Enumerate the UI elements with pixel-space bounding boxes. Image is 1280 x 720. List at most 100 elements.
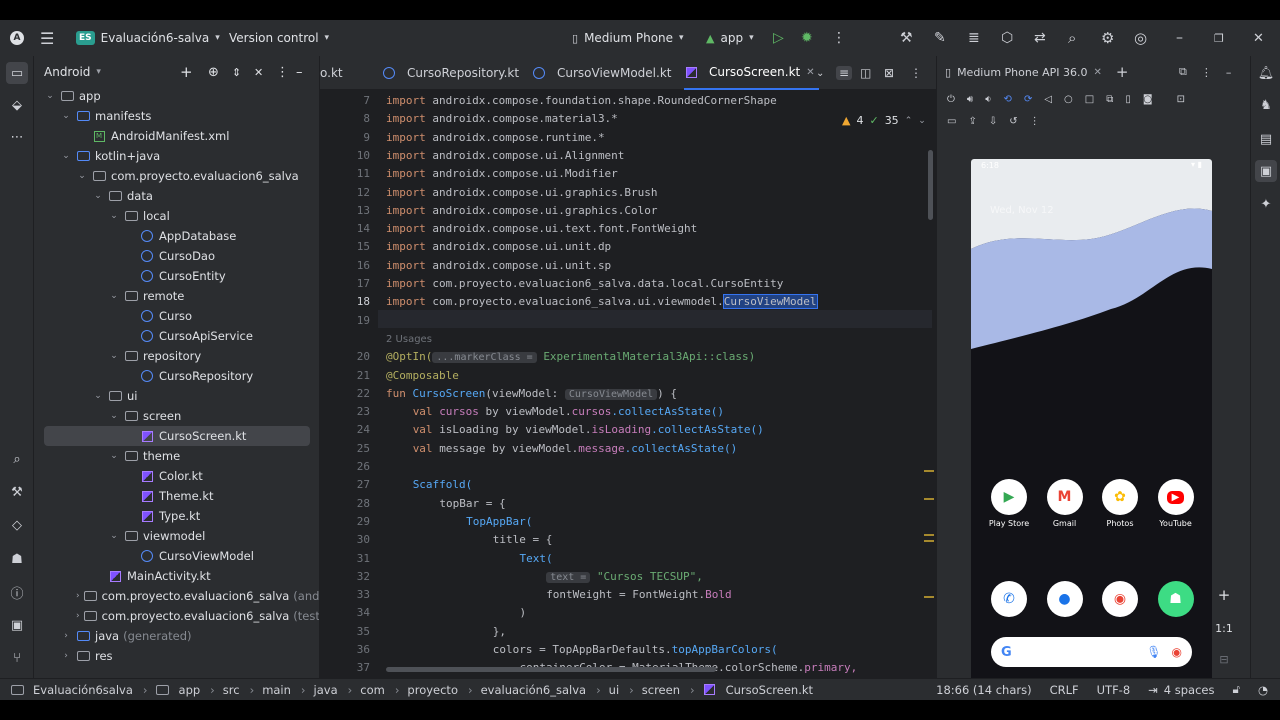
close-window-button[interactable]: ✕ [1253,20,1264,56]
tree-item[interactable]: Color.kt [34,466,319,486]
collapse-all-icon[interactable]: ✕ [254,66,263,79]
chevron-right-icon[interactable]: › [76,591,80,601]
code-line[interactable]: import androidx.compose.ui.unit.dp [386,238,611,256]
screenshot-icon[interactable]: ◙ [1143,94,1153,105]
code-line[interactable]: TopAppBar( [386,513,532,531]
tab-list-button[interactable]: ⌄ [816,56,824,90]
indent-setting[interactable]: 4 spaces [1164,683,1215,697]
warning-marker[interactable] [924,540,934,542]
emulator-screen[interactable]: 6:18 ▾ ▮ Wed, Nov 12 ▶ Play Store M Gmail ✿ P… [971,159,1212,694]
settings-button[interactable]: ⚙ [1101,20,1114,56]
breadcrumb-item[interactable]: proyecto [407,683,458,697]
tree-item[interactable]: ⌄ viewmodel [34,526,319,546]
search-everywhere-button[interactable]: ⌕ [1068,20,1076,56]
code-line[interactable]: import androidx.compose.ui.text.font.Fon… [386,220,697,238]
phone-app-icon[interactable]: ✆ [984,581,1034,621]
tree-item[interactable]: MainActivity.kt [34,566,319,586]
chrome-app-icon[interactable]: ◉ [1095,581,1145,621]
tab-partial[interactable]: o.kt [320,56,343,90]
breadcrumb-item[interactable]: ui [609,683,619,697]
messages-app-icon[interactable]: ● [1040,581,1090,621]
chevron-down-icon[interactable]: ⌄ [60,111,72,121]
tree-item[interactable]: ⌄ com.proyecto.evaluacion6_salva [34,166,319,186]
back-icon[interactable]: ◁ [1044,94,1052,105]
volume-up-icon[interactable]: 🔊︎ [967,94,973,105]
breadcrumb-item[interactable]: app [156,683,200,697]
horizontal-scrollbar[interactable] [386,667,716,672]
tree-item[interactable]: AppDatabase [34,226,319,246]
screen-record-icon[interactable]: ⊡ [1177,94,1185,105]
file-encoding[interactable]: UTF-8 [1097,683,1131,697]
code-line[interactable]: title = { [386,531,553,549]
notifications-button[interactable]: 🔔︎ [1255,62,1277,84]
download-icon[interactable]: ⇩ [989,116,997,127]
problems-tool-button[interactable]: ⓘ [6,581,28,603]
running-devices-button[interactable]: ▣ [1255,160,1277,182]
upload-icon[interactable]: ⇪ [968,116,976,127]
gemini-button[interactable]: ✦ [1255,193,1277,215]
home-icon[interactable]: ○ [1064,94,1073,105]
gradle-button[interactable]: ♞ [1255,94,1277,116]
expand-all-icon[interactable]: ⇕ [232,66,241,79]
tree-item[interactable]: ⌄ kotlin+java [34,146,319,166]
profiler-button[interactable]: ⚒ [900,20,913,56]
tree-item[interactable]: ⌄ manifests [34,106,319,126]
code-view-button[interactable]: ≡ [836,56,853,90]
history-icon[interactable]: ↺ [1009,116,1017,127]
code-line[interactable]: import com.proyecto.evaluacion6_salva.ui… [386,293,818,311]
tree-item[interactable]: Type.kt [34,506,319,526]
chevron-down-icon[interactable]: ⌄ [108,531,120,541]
minimize-button[interactable]: – [1176,20,1183,56]
editor-scrollbar-thumb[interactable] [928,150,933,220]
close-tab-icon[interactable]: ✕ [1094,67,1102,78]
code-line[interactable]: @Composable [386,367,459,385]
tree-item[interactable]: ⌄ app [34,86,319,106]
code-line[interactable]: import androidx.compose.ui.graphics.Brus… [386,184,658,202]
breadcrumb-item[interactable]: evaluación6_salva [481,683,586,697]
inspection-widget[interactable]: ▲ 4 ✓ 35 ⌃ ⌄ [842,114,926,127]
code-line[interactable]: ) [386,604,527,622]
code-line[interactable]: topBar = { [386,495,505,513]
tree-item[interactable]: Curso [34,306,319,326]
external-window-icon[interactable]: ⧉ [1179,65,1187,79]
tree-item[interactable]: CursoViewModel [34,546,319,566]
code-line[interactable]: colors = TopAppBarDefaults.topAppBarColo… [386,641,778,659]
rotate-left-icon[interactable]: ⟲ [1004,94,1012,105]
translate-button[interactable]: ✎ [934,20,946,56]
project-tool-button[interactable]: ▭ [6,62,28,84]
more-vertical-icon[interactable]: ⋮ [276,65,289,80]
code-line[interactable]: val message by viewModel.message.collect… [386,440,738,458]
app-icon-play-store[interactable]: ▶ Play Store [984,479,1034,528]
tree-item[interactable]: ⌄ screen [34,406,319,426]
app-icon-gmail[interactable]: M Gmail [1040,479,1090,528]
breadcrumb-item[interactable]: Evaluación6salva [10,683,133,697]
chevron-down-icon[interactable]: ⌄ [108,451,120,461]
build-tool-button[interactable]: ⚒ [6,481,28,503]
editor-more-button[interactable]: ⋮ [910,56,922,90]
tree-item[interactable]: CursoApiService [34,326,319,346]
tree-item[interactable]: › com.proyecto.evaluacion6_salva(test) [34,606,319,626]
app-icon-youtube[interactable]: ▶ YouTube [1151,479,1201,528]
warning-marker[interactable] [924,498,934,500]
breadcrumb-item[interactable]: main [262,683,291,697]
account-button[interactable]: ◎ [1134,20,1147,56]
code-line[interactable]: import androidx.compose.ui.unit.sp [386,257,611,275]
code-line[interactable]: val cursos by viewModel.cursos.collectAs… [386,403,724,421]
more-tools-button[interactable]: ⋯ [6,126,28,148]
code-line[interactable]: import androidx.compose.ui.graphics.Colo… [386,202,658,220]
project-view-selector[interactable]: Android [44,65,90,79]
device-selector[interactable]: ▯ Medium Phone ▾ [572,20,684,56]
chevron-right-icon[interactable]: › [76,611,80,621]
find-tool-button[interactable]: ⌕ [6,448,28,470]
chevron-right-icon[interactable]: › [60,631,72,641]
code-line[interactable]: import androidx.compose.ui.Modifier [386,165,618,183]
tab-cursoviewmodel[interactable]: CursoViewModel.kt [532,56,672,90]
tree-item[interactable]: CursoDao [34,246,319,266]
volume-down-icon[interactable]: 🔉︎ [985,94,991,105]
maximize-button[interactable]: ❐ [1214,20,1224,56]
chevron-down-icon[interactable]: ⌄ [108,291,120,301]
terminal-tool-button[interactable]: ▣ [6,614,28,636]
tree-item[interactable]: › com.proyecto.evaluacion6_salva(androidT… [34,586,319,606]
device-frame-icon[interactable]: ▯ [1125,94,1131,105]
more-vertical-icon[interactable]: ⋮ [1201,66,1212,79]
